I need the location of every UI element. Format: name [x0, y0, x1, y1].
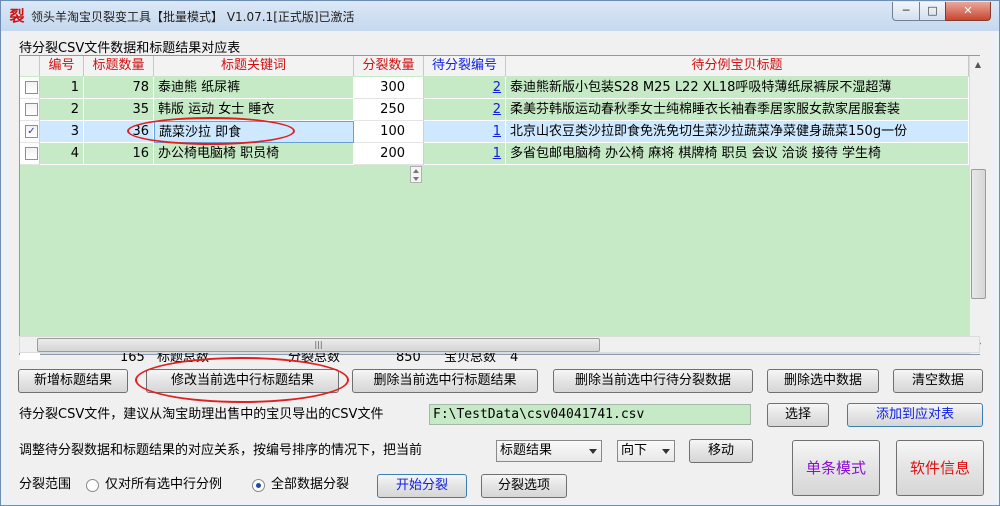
row-checkbox-checked[interactable]: ✓	[25, 125, 38, 138]
row-title-count: 78	[84, 77, 154, 99]
clear-data-button[interactable]: 清空数据	[893, 369, 983, 393]
scroll-up-icon[interactable]: ▲	[970, 56, 986, 73]
title-bar: 裂 领头羊淘宝贝裂变工具【批量模式】 V1.07.1[正式版]已激活 ─ □ ✕	[1, 1, 999, 31]
window-title: 领头羊淘宝贝裂变工具【批量模式】 V1.07.1[正式版]已激活	[31, 10, 355, 24]
adjust-target-value: 标题结果	[500, 443, 553, 458]
row-split-no-link[interactable]: 2	[424, 99, 506, 121]
range-label: 分裂范围	[19, 477, 72, 492]
row-product-title: 柔美芬韩版运动春秋季女士纯棉睡衣长袖春季居家服女款家居服套装	[506, 99, 969, 121]
row-check-cell	[20, 77, 40, 99]
table-header: 编号 标题数量 标题关键词 分裂数量 待分裂编号 待分例宝贝标题	[20, 56, 979, 76]
row-keywords[interactable]: 泰迪熊 纸尿裤	[154, 77, 354, 99]
row-split-count[interactable]: 300	[354, 77, 424, 99]
row-split-count[interactable]: 200	[354, 143, 424, 165]
close-button[interactable]: ✕	[945, 2, 991, 21]
minimize-button[interactable]: ─	[892, 2, 920, 21]
adjust-label: 调整待分裂数据和标题结果的对应关系，按编号排序的情况下，把当前	[19, 443, 423, 458]
header-split-no[interactable]: 待分裂编号	[424, 56, 506, 76]
radio-all-data[interactable]	[252, 479, 265, 492]
single-mode-button[interactable]: 单条模式	[792, 440, 880, 496]
row-product-title: 多省包邮电脑椅 办公椅 麻将 棋牌椅 职员 会议 洽谈 接待 学生椅	[506, 143, 969, 165]
row-split-count[interactable]: 100	[354, 121, 424, 143]
horizontal-scrollbar[interactable]: |||	[19, 336, 980, 353]
header-title-count[interactable]: 标题数量	[84, 56, 154, 76]
delete-selected-split-button[interactable]: 删除当前选中行待分裂数据	[553, 369, 753, 393]
direction-value: 向下	[621, 443, 648, 458]
header-product-title[interactable]: 待分例宝贝标题	[506, 56, 969, 76]
direction-select[interactable]: 向下	[617, 440, 675, 462]
add-to-table-button[interactable]: 添加到应对表	[847, 403, 983, 427]
delete-selected-data-button[interactable]: 删除选中数据	[767, 369, 879, 393]
adjust-target-select[interactable]: 标题结果	[496, 440, 602, 462]
vertical-scroll-thumb[interactable]	[971, 169, 986, 299]
header-id[interactable]: 编号	[40, 56, 84, 76]
csv-path-field[interactable]: F:\TestData\csv04041741.csv	[429, 404, 751, 425]
header-split-count[interactable]: 分裂数量	[354, 56, 424, 76]
row-product-title: 北京山农豆类沙拉即食免洗免切生菜沙拉蔬菜净菜健身蔬菜150g一份	[506, 121, 969, 143]
row-split-no-link[interactable]: 2	[424, 77, 506, 99]
choose-file-button[interactable]: 选择	[767, 403, 829, 427]
row-checkbox[interactable]	[25, 103, 38, 116]
header-keywords[interactable]: 标题关键词	[154, 56, 354, 76]
highlight-oval-selected-keywords	[127, 117, 295, 145]
row-split-count[interactable]: 250	[354, 99, 424, 121]
add-title-result-button[interactable]: 新增标题结果	[18, 369, 128, 393]
chevron-down-icon	[662, 449, 670, 454]
row-check-cell	[20, 143, 40, 165]
csv-label: 待分裂CSV文件，建议从淘宝助理出售中的宝贝导出的CSV文件	[19, 407, 384, 422]
radio-selected-rows-label[interactable]: 仅对所有选中行分例	[105, 475, 222, 495]
row-id: 1	[40, 77, 84, 99]
app-window: 裂 领头羊淘宝贝裂变工具【批量模式】 V1.07.1[正式版]已激活 ─ □ ✕…	[0, 0, 1000, 506]
split-count-spinner[interactable]	[410, 166, 422, 183]
software-info-button[interactable]: 软件信息	[896, 440, 984, 496]
start-split-button[interactable]: 开始分裂	[377, 474, 467, 498]
radio-selected-rows[interactable]	[86, 479, 99, 492]
row-checkbox[interactable]	[25, 81, 38, 94]
row-id: 4	[40, 143, 84, 165]
maximize-button[interactable]: □	[919, 2, 946, 21]
split-options-button[interactable]: 分裂选项	[481, 474, 567, 498]
radio-all-data-label[interactable]: 全部数据分裂	[271, 475, 349, 495]
vertical-scrollbar[interactable]: ▲ ▼	[969, 56, 986, 354]
client-area: 待分裂CSV文件数据和标题结果对应表 编号 标题数量 标题关键词 分裂数量 待分…	[9, 31, 991, 501]
table-row[interactable]: 2 35 韩版 运动 女士 睡衣 250 2 柔美芬韩版运动春秋季女士纯棉睡衣长…	[20, 99, 979, 139]
chevron-down-icon	[589, 449, 597, 454]
row-title-count: 16	[84, 143, 154, 165]
row-checkbox[interactable]	[25, 147, 38, 160]
row-keywords[interactable]: 办公椅电脑椅 职员椅	[154, 143, 354, 165]
table-row[interactable]: 4 16 办公椅电脑椅 职员椅 200 1 多省包邮电脑椅 办公椅 麻将 棋牌椅…	[20, 143, 979, 183]
row-title-count: 35	[84, 99, 154, 121]
row-id: 2	[40, 99, 84, 121]
row-split-no-link[interactable]: 1	[424, 121, 506, 143]
highlight-oval-modify-button	[135, 357, 349, 403]
row-id: 3	[40, 121, 84, 143]
row-split-no-link[interactable]: 1	[424, 143, 506, 165]
app-logo-icon: 裂	[9, 7, 25, 25]
mapping-table[interactable]: 编号 标题数量 标题关键词 分裂数量 待分裂编号 待分例宝贝标题 1 78 泰迪…	[19, 55, 986, 365]
delete-selected-title-button[interactable]: 删除当前选中行标题结果	[352, 369, 538, 393]
row-product-title: 泰迪熊新版小包装S28 M25 L22 XL18呼吸特薄纸尿裤尿不湿超薄	[506, 77, 969, 99]
row-check-cell	[20, 99, 40, 121]
table-row[interactable]: 1 78 泰迪熊 纸尿裤 300 2 泰迪熊新版小包装S28 M25 L22 X…	[20, 77, 979, 117]
horizontal-scroll-thumb[interactable]: |||	[37, 338, 600, 352]
row-check-cell: ✓	[20, 121, 40, 143]
grid-section-label: 待分裂CSV文件数据和标题结果对应表	[19, 41, 241, 56]
move-button[interactable]: 移动	[689, 439, 753, 463]
header-check-col	[20, 56, 40, 76]
